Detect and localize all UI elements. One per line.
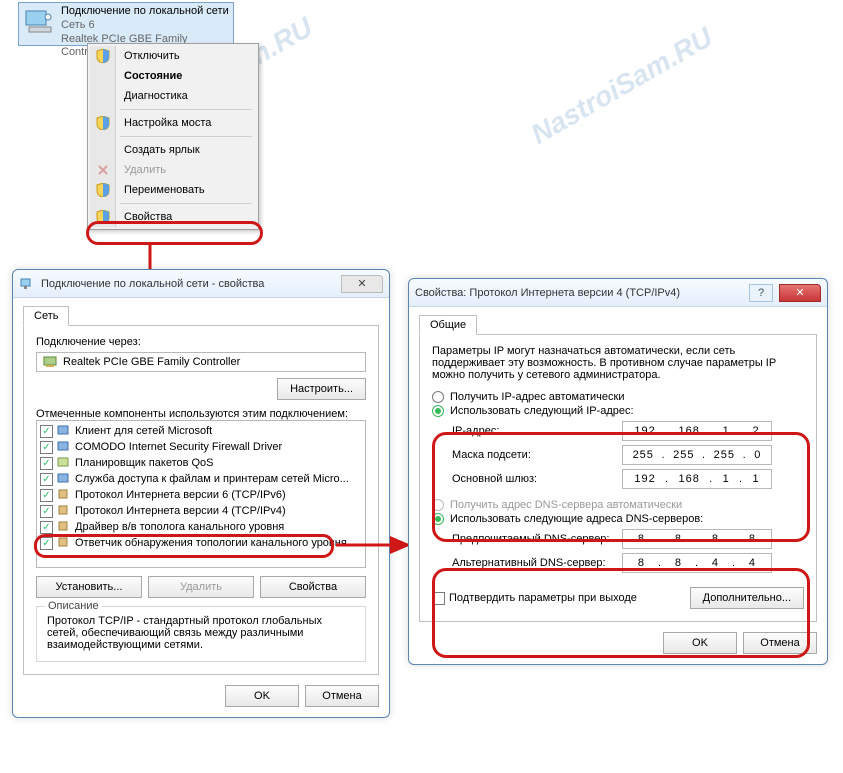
list-item[interactable]: ✓Клиент для сетей Microsoft [38,423,364,439]
dns1-input[interactable]: 8.8.8.8 [622,529,772,549]
close-button[interactable]: ✕ [341,275,383,293]
radio-dns-auto: Получить адрес DNS-сервера автоматически [432,499,804,511]
list-item[interactable]: ✓Служба доступа к файлам и принтерам сет… [38,471,364,487]
menu-bridge[interactable]: Настройка моста [90,113,256,133]
nic-icon [43,355,59,369]
menu-properties[interactable]: Свойства [90,207,256,227]
subnet-mask-label: Маска подсети: [452,449,622,461]
connect-using-label: Подключение через: [36,336,366,348]
confirm-on-exit-checkbox[interactable]: Подтвердить параметры при выходе [432,592,637,605]
components-label: Отмеченные компоненты используются этим … [36,408,366,420]
adapter-title: Подключение по локальной сети [61,5,229,19]
ipv4-properties-window: Свойства: Протокол Интернета версии 4 (T… [408,278,828,665]
shield-icon [96,210,110,224]
list-item-ipv4[interactable]: ✓Протокол Интернета версии 4 (TCP/IPv4) [38,503,364,519]
ok-button[interactable]: OK [225,685,299,707]
intro-text: Параметры IP могут назначаться автоматич… [432,345,804,381]
list-item[interactable]: ✓Ответчик обнаружения топологии канально… [38,535,364,551]
menu-diagnostics[interactable]: Диагностика [90,86,256,106]
menu-delete: Удалить [90,160,256,180]
radio-ip-auto[interactable]: Получить IP-адрес автоматически [432,391,804,403]
network-icon [19,276,35,292]
menu-status[interactable]: Состояние [90,66,256,86]
menu-rename[interactable]: Переименовать [90,180,256,200]
configure-button[interactable]: Настроить... [277,378,366,400]
cancel-button[interactable]: Отмена [305,685,379,707]
ip-address-label: IP-адрес: [452,425,622,437]
subnet-mask-input[interactable]: 255.255.255.0 [622,445,772,465]
install-button[interactable]: Установить... [36,576,142,598]
dns2-input[interactable]: 8.8.4.4 [622,553,772,573]
tab-network[interactable]: Сеть [23,306,69,326]
menu-disable[interactable]: Отключить [90,46,256,66]
tab-general[interactable]: Общие [419,315,477,335]
help-button[interactable]: ? [749,284,773,302]
list-item[interactable]: ✓Протокол Интернета версии 6 (TCP/IPv6) [38,487,364,503]
menu-shortcut[interactable]: Создать ярлык [90,140,256,160]
gateway-label: Основной шлюз: [452,473,622,485]
network-adapter-icon [23,5,55,37]
shield-icon [96,116,110,130]
close-button[interactable]: ✕ [779,284,821,302]
delete-icon [98,165,108,175]
gateway-input[interactable]: 192.168.1.1 [622,469,772,489]
component-properties-button[interactable]: Свойства [260,576,366,598]
remove-button: Удалить [148,576,254,598]
shield-icon [96,49,110,63]
radio-dns-manual[interactable]: Использовать следующие адреса DNS-сервер… [432,513,804,525]
dns2-label: Альтернативный DNS-сервер: [452,557,622,569]
adapter-name-field: Realtek PCIe GBE Family Controller [36,352,366,372]
adapter-network: Сеть 6 [61,19,229,33]
connection-properties-window: Подключение по локальной сети - свойства… [12,269,390,718]
description-title: Описание [45,600,102,612]
list-item[interactable]: ✓Драйвер в/в тополога канального уровня [38,519,364,535]
components-list[interactable]: ✓Клиент для сетей Microsoft ✓COMODO Inte… [36,420,366,568]
shield-icon [96,183,110,197]
radio-ip-manual[interactable]: Использовать следующий IP-адрес: [432,405,804,417]
adapter-context-menu: Отключить Состояние Диагностика Настройк… [87,43,259,230]
list-item[interactable]: ✓COMODO Internet Security Firewall Drive… [38,439,364,455]
window-title: Свойства: Протокол Интернета версии 4 (T… [415,287,743,299]
dns1-label: Предпочитаемый DNS-сервер: [452,533,622,545]
window-title: Подключение по локальной сети - свойства [41,278,335,290]
network-adapter-tile[interactable]: Подключение по локальной сети Сеть 6 Rea… [18,2,234,46]
cancel-button[interactable]: Отмена [743,632,817,654]
watermark: NastroiSam.RU [526,21,719,151]
advanced-button[interactable]: Дополнительно... [690,587,804,609]
description-text: Протокол TCP/IP - стандартный протокол г… [47,615,355,651]
list-item[interactable]: ✓Планировщик пакетов QoS [38,455,364,471]
ok-button[interactable]: OK [663,632,737,654]
ip-address-input[interactable]: 192.168.1.2 [622,421,772,441]
